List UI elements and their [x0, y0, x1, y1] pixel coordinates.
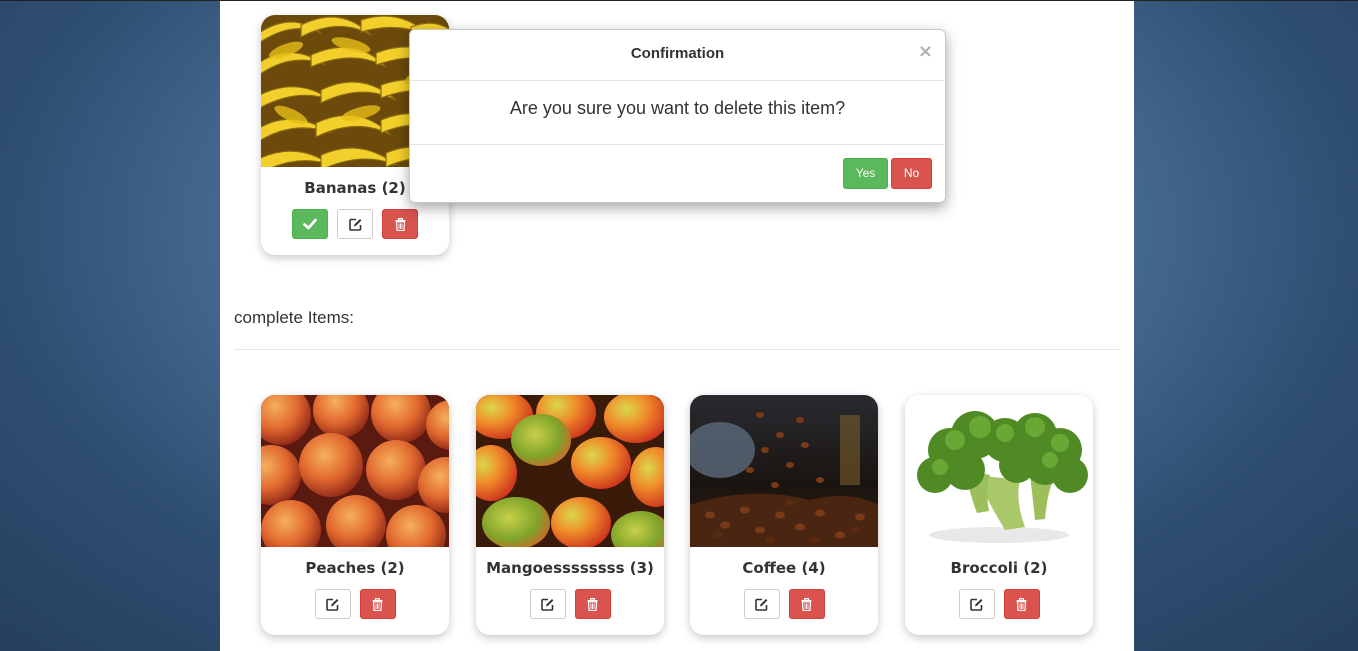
item-card-peaches: Peaches (2): [261, 395, 449, 635]
delete-button[interactable]: [574, 589, 611, 619]
no-button[interactable]: No: [891, 158, 932, 189]
trash-icon: [395, 217, 405, 231]
modal-message: Are you sure you want to delete this ite…: [410, 81, 945, 145]
edit-button[interactable]: [529, 589, 566, 619]
edit-icon: [326, 598, 339, 611]
item-title: Broccoli (2): [950, 559, 1048, 577]
section-divider: [234, 349, 1120, 350]
modal-header: Confirmation ×: [410, 30, 945, 81]
edit-button[interactable]: [743, 589, 780, 619]
item-title: Coffee (4): [742, 559, 826, 577]
edit-icon: [348, 218, 361, 231]
coffee-image: [690, 395, 878, 547]
delete-button[interactable]: [382, 209, 418, 239]
delete-button[interactable]: [1003, 589, 1040, 619]
item-card-broccoli: Broccoli (2): [905, 395, 1093, 635]
edit-icon: [755, 598, 768, 611]
confirmation-modal: Confirmation × Are you sure you want to …: [409, 29, 946, 203]
mangoes-image: [476, 395, 664, 547]
edit-icon: [541, 598, 554, 611]
broccoli-image: [905, 395, 1093, 547]
modal-footer: Yes No: [410, 145, 945, 202]
delete-button[interactable]: [359, 589, 396, 619]
trash-icon: [1016, 597, 1027, 611]
peaches-image: [261, 395, 449, 547]
close-icon[interactable]: ×: [918, 41, 933, 62]
edit-button[interactable]: [958, 589, 995, 619]
item-card-coffee: Coffee (4): [690, 395, 878, 635]
check-icon: [303, 218, 317, 230]
trash-icon: [587, 597, 598, 611]
item-title: Peaches (2): [305, 559, 405, 577]
delete-button[interactable]: [788, 589, 825, 619]
trash-icon: [801, 597, 812, 611]
complete-items-heading: complete Items:: [234, 308, 354, 327]
mark-complete-button[interactable]: [292, 209, 328, 239]
item-title: Mangoessssssss (3): [486, 559, 654, 577]
edit-icon: [970, 598, 983, 611]
edit-button[interactable]: [337, 209, 373, 239]
item-card-mangoes: Mangoessssssss (3): [476, 395, 664, 635]
trash-icon: [372, 597, 383, 611]
edit-button[interactable]: [314, 589, 351, 619]
modal-title: Confirmation: [630, 45, 725, 62]
yes-button[interactable]: Yes: [843, 158, 888, 189]
